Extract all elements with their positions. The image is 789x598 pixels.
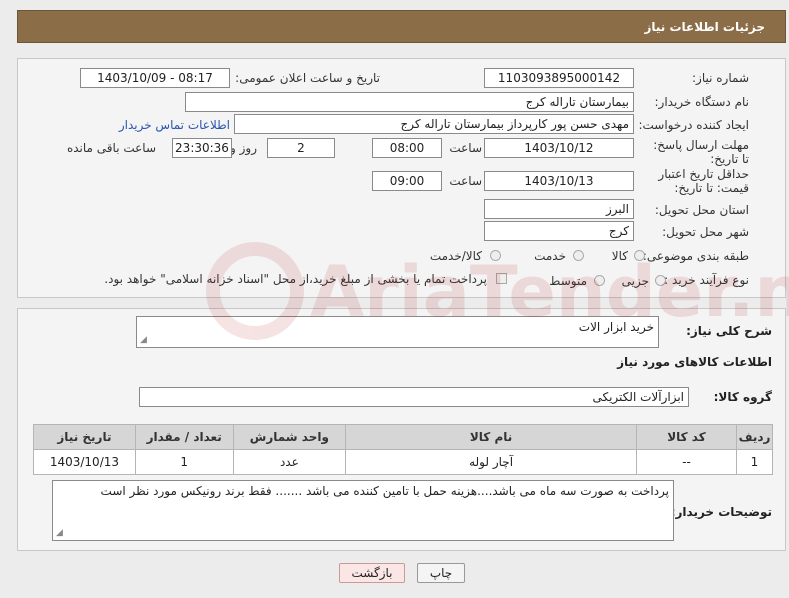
goods-table: تاریخ نیاز تعداد / مقدار واحد شمارش نام …: [33, 424, 773, 475]
goods-group-field[interactable]: ابزارآلات الکتریکی: [139, 387, 689, 407]
print-button[interactable]: چاپ: [417, 563, 465, 583]
goods-info-title: اطلاعات کالاهای مورد نیاز: [617, 355, 772, 369]
buyer-org-label: نام دستگاه خریدار:: [654, 95, 750, 109]
remaining-label: ساعت باقی مانده: [66, 141, 156, 155]
cell-row-number: 1: [736, 449, 773, 475]
cell-quantity: 1: [134, 449, 234, 475]
goods-table-header: تاریخ نیاز تعداد / مقدار واحد شمارش نام …: [33, 424, 773, 450]
city-field[interactable]: کرج: [484, 221, 634, 241]
goods-group-label: گروه کالا:: [713, 390, 772, 404]
remaining-time-field[interactable]: 23:30:36: [172, 138, 232, 158]
treasury-payment-checkbox[interactable]: [496, 273, 507, 284]
need-number-field[interactable]: 1103093895000142: [484, 68, 634, 88]
process-label: نوع فرآیند خرید :: [664, 273, 749, 287]
header-need-date: تاریخ نیاز: [33, 424, 136, 450]
price-validity-label: حداقل تاریخ اعتبار قیمت: تا تاریخ:: [658, 167, 749, 195]
header-item-code: کد کالا: [635, 424, 738, 450]
cell-unit: عدد: [232, 449, 347, 475]
creator-field[interactable]: مهدی حسن پور کارپرداز بیمارستان تاراله ک…: [234, 114, 634, 134]
category-option-goods: کالا: [611, 249, 628, 263]
city-label: شهر محل تحویل:: [662, 225, 749, 239]
description-textarea[interactable]: خرید ابزار الات ◢: [136, 316, 659, 348]
province-label: استان محل تحویل:: [654, 203, 749, 217]
cell-need-date: 1403/10/13: [33, 449, 136, 475]
cell-item-code: --: [635, 449, 738, 475]
days-label: روز و: [230, 141, 257, 155]
description-label: شرح کلی نیاز:: [686, 324, 772, 338]
price-validity-time-label: ساعت: [449, 174, 482, 188]
buyer-notes-text: پرداخت به صورت سه ماه می باشد....هزینه ح…: [100, 484, 669, 498]
need-number-label: شماره نیاز:: [692, 71, 749, 85]
announce-label: تاریخ و ساعت اعلان عمومی:: [235, 71, 380, 85]
cell-item-name: آچار لوله: [345, 449, 637, 475]
announce-field[interactable]: 1403/10/09 - 08:17: [80, 68, 230, 88]
process-radio-medium[interactable]: [594, 275, 605, 286]
page-header: جزئیات اطلاعات نیاز: [17, 10, 786, 43]
table-row[interactable]: 1403/10/13 1 عدد آچار لوله -- 1: [33, 449, 773, 475]
days-field[interactable]: 2: [267, 138, 335, 158]
header-row-number: ردیف: [736, 424, 773, 450]
resize-grip-icon: ◢: [140, 335, 147, 345]
contact-info-link[interactable]: اطلاعات تماس خریدار: [119, 118, 230, 132]
back-button[interactable]: بازگشت: [339, 563, 405, 583]
resize-grip-icon: ◢: [56, 528, 63, 538]
process-option-minor: جزیی: [621, 274, 649, 288]
category-radio-goods[interactable]: [634, 250, 645, 261]
price-validity-time-field[interactable]: 09:00: [372, 171, 442, 191]
buyer-notes-label: توضیحات خریدار:: [670, 505, 772, 519]
page-title: جزئیات اطلاعات نیاز: [644, 20, 765, 34]
process-option-medium: متوسط: [549, 274, 587, 288]
category-label: طبقه بندی موضوعی:: [642, 249, 749, 263]
deadline-time-field[interactable]: 08:00: [372, 138, 442, 158]
header-quantity: تعداد / مقدار: [134, 424, 234, 450]
deadline-time-label: ساعت: [449, 141, 482, 155]
deadline-label: مهلت ارسال پاسخ: تا تاریخ:: [653, 138, 749, 166]
deadline-date-field[interactable]: 1403/10/12: [484, 138, 634, 158]
buyer-org-field[interactable]: بیمارستان تاراله کرج: [185, 92, 634, 112]
category-option-goods-service: کالا/خدمت: [429, 249, 482, 263]
creator-label: ایجاد کننده درخواست:: [638, 118, 749, 132]
description-text: خرید ابزار الات: [578, 320, 654, 334]
province-field[interactable]: البرز: [484, 199, 634, 219]
price-validity-date-field[interactable]: 1403/10/13: [484, 171, 634, 191]
category-radio-goods-service[interactable]: [490, 250, 501, 261]
category-option-service: خدمت: [534, 249, 566, 263]
header-item-name: نام کالا: [345, 424, 637, 450]
process-radio-minor[interactable]: [655, 275, 666, 286]
header-unit: واحد شمارش: [232, 424, 347, 450]
category-radio-service[interactable]: [573, 250, 584, 261]
payment-note: پرداخت تمام یا بخشی از مبلغ خرید،از محل …: [104, 272, 487, 286]
buyer-notes-textarea[interactable]: پرداخت به صورت سه ماه می باشد....هزینه ح…: [52, 480, 674, 541]
